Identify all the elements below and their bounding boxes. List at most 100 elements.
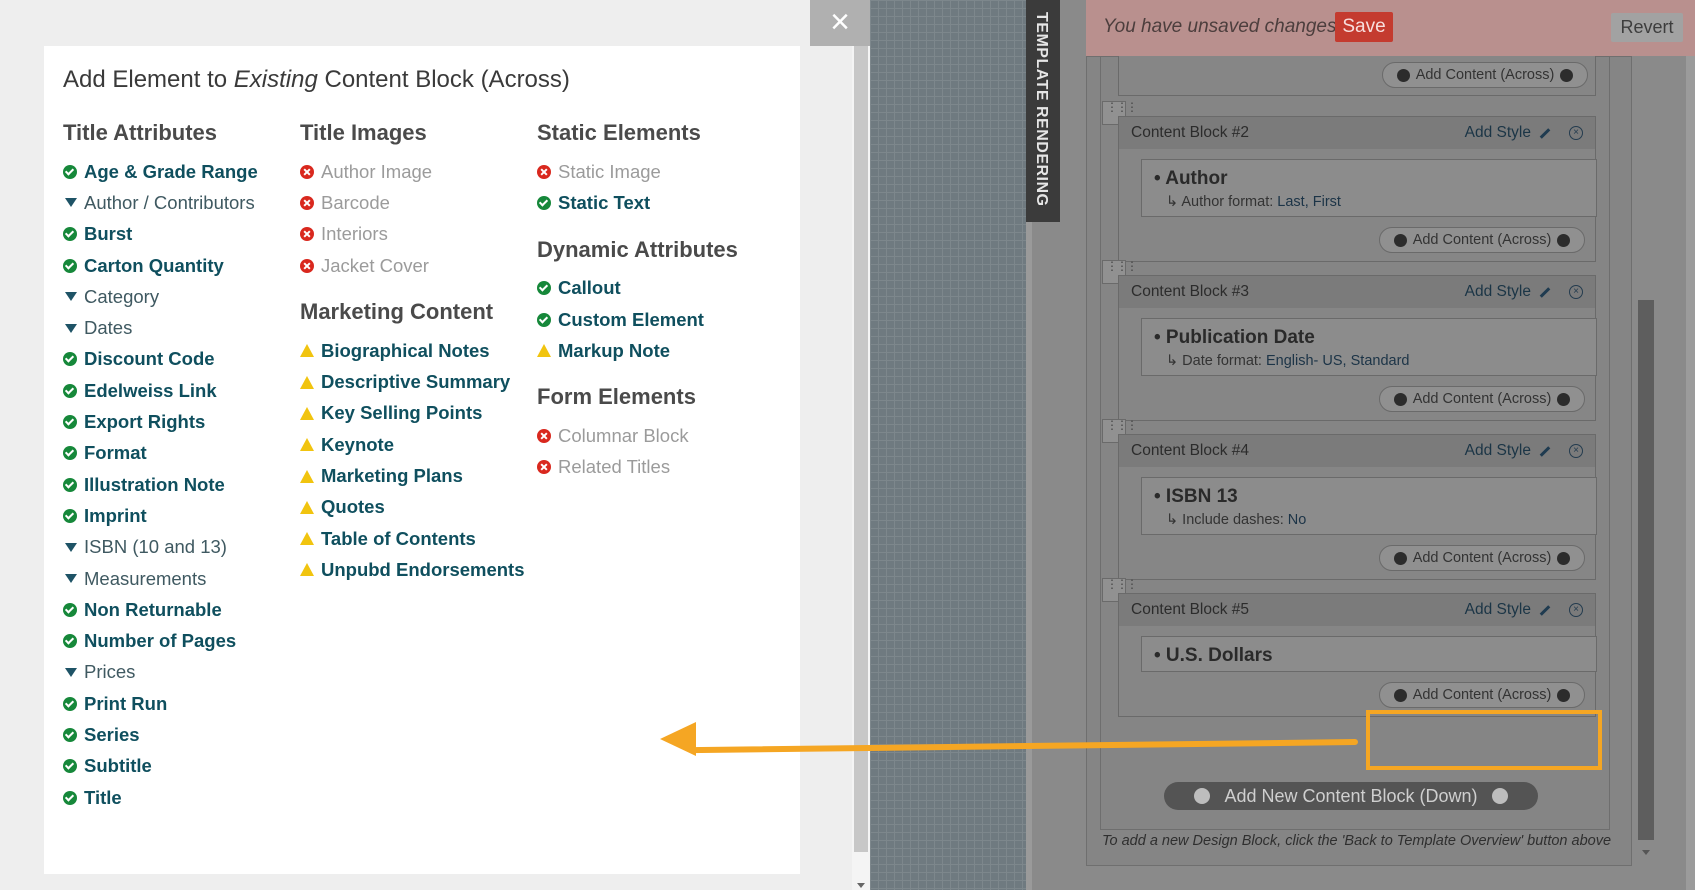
warning-icon (300, 532, 314, 546)
modal-title: Add Element to Existing Content Block (A… (63, 66, 570, 93)
check-circle-icon (63, 696, 77, 711)
element-item-biographical-notes[interactable]: Biographical Notes (300, 335, 537, 366)
section-heading-form-elements: Form Elements (537, 384, 696, 410)
element-item-label: ISBN (10 and 13) (84, 536, 227, 558)
element-item-isbn-10-and-13[interactable]: ISBN (10 and 13) (63, 532, 300, 563)
remove-block-icon[interactable]: × (1569, 285, 1583, 299)
element-item-label: Static Text (558, 191, 651, 213)
editor-scrollbar[interactable] (1638, 300, 1654, 840)
modal-scrollbar[interactable] (852, 46, 870, 890)
element-item-keynote[interactable]: Keynote (300, 429, 537, 460)
warning-icon (300, 500, 314, 514)
content-block-header: Content Block #5 Add Style × (1119, 594, 1595, 626)
element-item-jacket-cover: Jacket Cover (300, 250, 537, 281)
element-item-number-of-pages[interactable]: Number of Pages (63, 625, 300, 656)
pencil-icon[interactable] (1539, 445, 1551, 457)
content-field[interactable]: • Author ↳ Author format: Last, First (1141, 159, 1597, 217)
element-item-barcode: Barcode (300, 187, 537, 218)
element-item-related-titles: Related Titles (537, 452, 777, 483)
element-item-label: Category (84, 285, 160, 307)
content-field[interactable]: • Publication Date ↳ Date format: Englis… (1141, 318, 1597, 376)
field-name: • Author (1154, 168, 1228, 189)
pencil-icon[interactable] (1539, 604, 1551, 616)
element-item-non-returnable[interactable]: Non Returnable (63, 594, 300, 625)
pencil-icon[interactable] (1539, 127, 1551, 139)
element-item-author-contributors[interactable]: Author / Contributors (63, 187, 300, 218)
element-item-label: Format (84, 442, 147, 464)
element-item-export-rights[interactable]: Export Rights (63, 406, 300, 437)
section-heading-title-attributes: Title Attributes (63, 120, 218, 145)
add-style-link[interactable]: Add Style (1465, 601, 1531, 619)
field-name: • Publication Date (1154, 327, 1315, 348)
arrow-circle-icon (1394, 392, 1407, 406)
element-item-label: Number of Pages (84, 630, 237, 652)
element-item-print-run[interactable]: Print Run (63, 688, 300, 719)
element-item-unpubd-endorsements[interactable]: Unpubd Endorsements (300, 554, 537, 585)
element-item-quotes[interactable]: Quotes (300, 492, 537, 523)
element-item-key-selling-points[interactable]: Key Selling Points (300, 398, 537, 429)
element-item-age-grade-range[interactable]: Age & Grade Range (63, 156, 300, 187)
add-content-across-button[interactable]: Add Content (Across) (1382, 62, 1588, 88)
element-item-label: Measurements (84, 567, 207, 589)
element-item-dates[interactable]: Dates (63, 312, 300, 343)
element-item-burst[interactable]: Burst (63, 219, 300, 250)
add-content-across-button[interactable]: Add Content (Across) (1379, 545, 1585, 571)
content-field[interactable]: • ISBN 13 ↳ Include dashes: No (1141, 477, 1597, 535)
add-style-link[interactable]: Add Style (1465, 442, 1531, 460)
element-item-label: Author Image (321, 160, 433, 182)
element-item-author-image: Author Image (300, 156, 537, 187)
element-item-callout[interactable]: Callout (537, 273, 777, 304)
element-item-measurements[interactable]: Measurements (63, 563, 300, 594)
template-rendering-tab[interactable]: TEMPLATE RENDERING (1026, 0, 1060, 222)
add-new-content-block-button[interactable]: Add New Content Block (Down) (1164, 782, 1538, 810)
caret-down-icon (65, 198, 77, 208)
element-item-discount-code[interactable]: Discount Code (63, 344, 300, 375)
remove-block-icon[interactable]: × (1569, 444, 1583, 458)
element-item-title[interactable]: Title (63, 782, 300, 813)
add-content-across-button[interactable]: Add Content (Across) (1379, 227, 1585, 253)
element-item-label: Dates (84, 317, 133, 339)
element-item-table-of-contents[interactable]: Table of Contents (300, 523, 537, 554)
element-item-marketing-plans[interactable]: Marketing Plans (300, 460, 537, 491)
element-item-edelweiss-link[interactable]: Edelweiss Link (63, 375, 300, 406)
element-item-format[interactable]: Format (63, 438, 300, 469)
element-item-carton-quantity[interactable]: Carton Quantity (63, 250, 300, 281)
remove-block-icon[interactable]: × (1569, 126, 1583, 140)
check-circle-icon (63, 415, 77, 430)
pencil-icon[interactable] (1539, 286, 1551, 298)
element-item-label: Imprint (84, 504, 147, 526)
element-item-category[interactable]: Category (63, 281, 300, 312)
remove-block-icon[interactable]: × (1569, 603, 1583, 617)
element-item-label: Jacket Cover (321, 254, 429, 276)
arrow-circle-icon (1557, 233, 1570, 247)
check-circle-icon (63, 164, 77, 179)
add-style-link[interactable]: Add Style (1465, 124, 1531, 142)
check-circle-icon (63, 508, 77, 523)
check-circle-icon (63, 446, 77, 461)
element-item-prices[interactable]: Prices (63, 657, 300, 688)
field-format: ↳ Date format: English- US, Standard (1166, 353, 1410, 369)
field-format: ↳ Author format: Last, First (1166, 194, 1341, 210)
arrow-circle-icon (1394, 688, 1407, 702)
element-item-series[interactable]: Series (63, 719, 300, 750)
close-button[interactable]: × (810, 0, 870, 46)
arrow-circle-icon (1560, 68, 1573, 82)
element-item-label: Biographical Notes (321, 339, 490, 361)
element-item-subtitle[interactable]: Subtitle (63, 751, 300, 782)
save-button[interactable]: Save (1335, 12, 1393, 42)
revert-button[interactable]: Revert (1611, 13, 1683, 42)
element-item-descriptive-summary[interactable]: Descriptive Summary (300, 366, 537, 397)
element-item-illustration-note[interactable]: Illustration Note (63, 469, 300, 500)
element-item-label: Print Run (84, 692, 168, 714)
content-field[interactable]: • U.S. Dollars (1141, 636, 1597, 672)
element-item-label: Prices (84, 661, 136, 683)
element-item-markup-note[interactable]: Markup Note (537, 335, 777, 366)
element-item-imprint[interactable]: Imprint (63, 500, 300, 531)
add-content-across-button[interactable]: Add Content (Across) (1379, 386, 1585, 412)
element-item-label: Descriptive Summary (321, 371, 511, 393)
element-item-static-text[interactable]: Static Text (537, 187, 777, 218)
element-item-custom-element[interactable]: Custom Element (537, 304, 777, 335)
content-block-3: Content Block #3 Add Style × • Publicati… (1118, 275, 1597, 421)
add-style-link[interactable]: Add Style (1465, 283, 1531, 301)
add-content-across-button[interactable]: Add Content (Across) (1379, 682, 1585, 708)
